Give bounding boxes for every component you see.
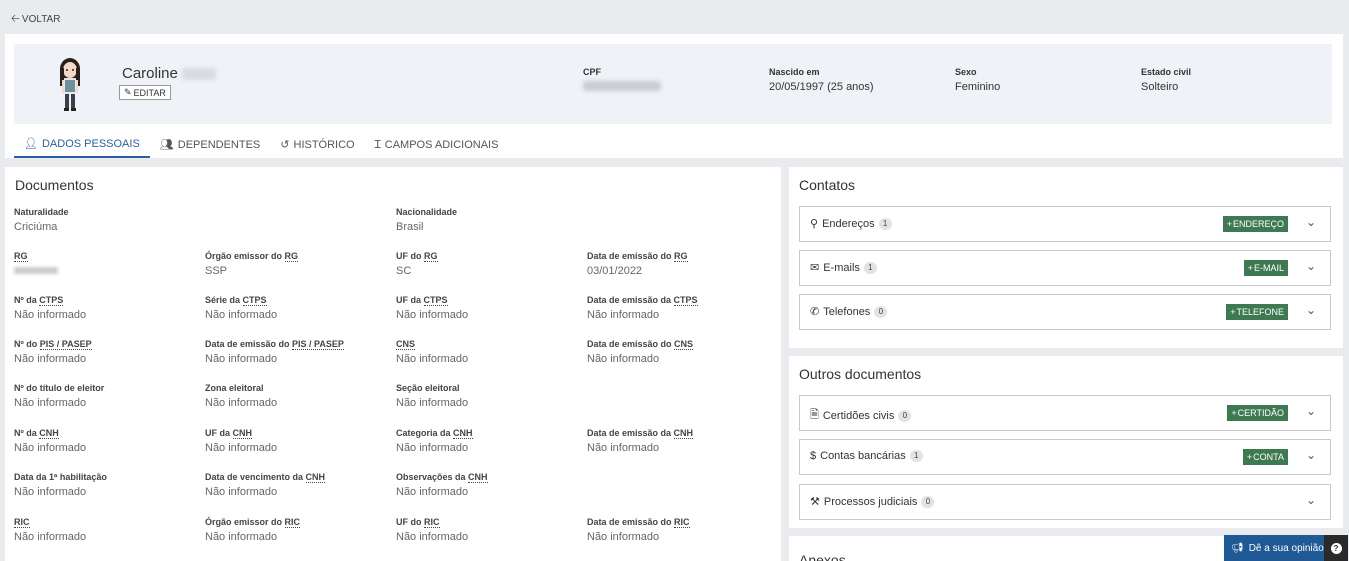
- field-nacionalidade: Nacionalidade Brasil: [396, 207, 458, 233]
- redacted-rg: [14, 267, 58, 274]
- contacts-card: Contatos ⚲ Endereços 1 + ENDEREÇO ⌄ ✉ E-m…: [789, 167, 1343, 348]
- add-telefone-button[interactable]: + TELEFONE: [1226, 304, 1288, 320]
- question-icon: ?: [1330, 542, 1342, 554]
- field-cnh-data: Data de emissão da CNH Não informado: [587, 428, 694, 454]
- feedback-widget[interactable]: 📢︎ Dê a sua opinião ?: [1224, 535, 1348, 561]
- count-badge: 0: [898, 409, 912, 422]
- chevron-down-icon[interactable]: ⌄: [1306, 448, 1316, 462]
- redacted-cpf: [583, 81, 661, 91]
- field-cnh-vencimento: Data de vencimento da CNH Não informado: [205, 472, 326, 498]
- field-ctps-num: Nº da CTPS Não informado: [14, 295, 87, 321]
- redacted-surname: [181, 68, 216, 81]
- count-badge: 1: [909, 450, 923, 462]
- chevron-down-icon[interactable]: ⌄: [1306, 215, 1316, 229]
- chevron-down-icon[interactable]: ⌄: [1306, 493, 1316, 507]
- field-ric-data: Data de emissão do RIC Não informado: [587, 517, 690, 543]
- tab-bar: 👤︎ DADOS PESSOAIS 👥︎ DEPENDENTES ↺ HISTÓ…: [14, 131, 508, 158]
- field-ric-orgao: Órgão emissor do RIC Não informado: [205, 517, 301, 543]
- field-cnh-observacoes: Observações da CNH Não informado: [396, 472, 488, 498]
- field-ctps-data: Data de emissão da CTPS Não informado: [587, 295, 698, 321]
- tab-dependentes[interactable]: 👥︎ DEPENDENTES: [150, 131, 271, 158]
- add-conta-button[interactable]: + CONTA: [1242, 449, 1288, 465]
- count-badge: 0: [874, 305, 888, 318]
- field-cns: CNS Não informado: [396, 339, 469, 365]
- accordion-certidoes[interactable]: 🗎 Certidões civis 0 + CERTIDÃO ⌄: [799, 395, 1331, 431]
- back-label: VOLTAR: [21, 14, 61, 25]
- user-icon: 👤︎: [24, 138, 38, 150]
- field-pis-data: Data de emissão do PIS / PASEP Não infor…: [205, 339, 344, 365]
- field-secao-eleitoral: Seção eleitoral Não informado: [396, 383, 469, 409]
- tab-campos-adicionais[interactable]: Ɪ CAMPOS ADICIONAIS: [365, 131, 509, 158]
- field-cnh-habilitacao: Data da 1ª habilitação Não informado: [14, 472, 107, 498]
- count-badge: 0: [921, 495, 935, 508]
- accordion-telefones[interactable]: ✆ Telefones 0 + TELEFONE ⌄: [799, 294, 1331, 330]
- documents-card: Documentos Naturalidade Criciúma Naciona…: [5, 167, 781, 561]
- field-cnh-categoria: Categoria da CNH Não informado: [396, 428, 473, 454]
- phone-icon: ✆: [810, 306, 820, 318]
- person-name: Caroline: [122, 65, 216, 82]
- count-badge: 1: [863, 261, 877, 274]
- count-badge: 1: [878, 217, 892, 230]
- envelope-icon: ✉: [810, 262, 820, 274]
- add-email-button[interactable]: + E-MAIL: [1243, 260, 1288, 276]
- gavel-icon: ⚒: [810, 496, 820, 508]
- field-pis-num: Nº do PIS / PASEP Não informado: [14, 339, 92, 365]
- documents-title: Documentos: [15, 177, 94, 193]
- chevron-down-icon[interactable]: ⌄: [1306, 303, 1316, 317]
- field-rg-orgao: Órgão emissor do RG SSP: [205, 251, 299, 277]
- edit-button[interactable]: ✎ EDITAR: [119, 85, 171, 100]
- field-cnh-uf: UF da CNH Não informado: [205, 428, 278, 454]
- tab-dados-pessoais[interactable]: 👤︎ DADOS PESSOAIS: [14, 131, 150, 158]
- cpf-info: CPF: [583, 67, 661, 94]
- dollar-icon: $: [810, 450, 817, 462]
- pencil-icon: ✎: [124, 87, 132, 97]
- contacts-title: Contatos: [799, 177, 856, 193]
- field-ctps-serie: Série da CTPS Não informado: [205, 295, 278, 321]
- map-marker-icon: ⚲: [810, 218, 819, 230]
- field-ric: RIC Não informado: [14, 517, 87, 543]
- help-button[interactable]: ?: [1324, 535, 1348, 561]
- accordion-processos-judiciais[interactable]: ⚒ Processos judiciais 0 ⌄: [799, 484, 1331, 520]
- sex-info: Sexo Feminino: [955, 67, 1001, 93]
- add-endereco-button[interactable]: + ENDEREÇO: [1222, 216, 1288, 232]
- megaphone-icon: 📢︎: [1231, 542, 1244, 554]
- tab-historico[interactable]: ↺ HISTÓRICO: [270, 131, 364, 158]
- add-certidao-button[interactable]: + CERTIDÃO: [1227, 405, 1288, 421]
- field-rg-data: Data de emissão do RG 03/01/2022: [587, 251, 688, 277]
- chevron-down-icon[interactable]: ⌄: [1306, 404, 1316, 418]
- profile-header: Caroline ✎ EDITAR CPF Nascido em 20/05/1…: [14, 44, 1332, 124]
- feedback-button[interactable]: 📢︎ Dê a sua opinião: [1224, 543, 1324, 554]
- field-ctps-uf: UF da CTPS Não informado: [396, 295, 469, 321]
- field-naturalidade: Naturalidade Criciúma: [14, 207, 69, 233]
- field-rg: RG: [14, 251, 58, 277]
- users-icon: 👥︎: [159, 139, 174, 151]
- birth-info: Nascido em 20/05/1997 (25 anos): [769, 67, 874, 93]
- top-bar: 🡠 VOLTAR: [0, 0, 1349, 33]
- back-link[interactable]: 🡠 VOLTAR: [11, 10, 60, 29]
- accordion-contas-bancarias[interactable]: $ Contas bancárias 1 + CONTA ⌄: [799, 439, 1331, 475]
- annex-title: Anexos: [799, 552, 846, 561]
- document-icon: 🗎: [810, 409, 819, 421]
- accordion-enderecos[interactable]: ⚲ Endereços 1 + ENDEREÇO ⌄: [799, 206, 1331, 242]
- avatar: [60, 58, 80, 111]
- field-zona-eleitoral: Zona eleitoral Não informado: [205, 383, 278, 409]
- field-ric-uf: UF do RIC Não informado: [396, 517, 469, 543]
- field-cns-data: Data de emissão do CNS Não informado: [587, 339, 694, 365]
- field-cnh-num: Nº da CNH Não informado: [14, 428, 87, 454]
- field-rg-uf: UF do RG SC: [396, 251, 438, 277]
- profile-card: Caroline ✎ EDITAR CPF Nascido em 20/05/1…: [5, 34, 1343, 158]
- chevron-down-icon[interactable]: ⌄: [1306, 259, 1316, 273]
- other-documents-title: Outros documentos: [799, 366, 922, 382]
- accordion-emails[interactable]: ✉ E-mails 1 + E-MAIL ⌄: [799, 250, 1331, 286]
- field-titulo-eleitor: Nº do título de eleitor Não informado: [14, 383, 105, 409]
- history-icon: ↺: [280, 139, 290, 151]
- civil-status-info: Estado civil Solteiro: [1141, 67, 1192, 93]
- text-cursor-icon: Ɪ: [374, 139, 381, 151]
- arrow-left-icon: 🡠: [11, 13, 20, 25]
- other-documents-card: Outros documentos 🗎 Certidões civis 0 + C…: [789, 356, 1343, 528]
